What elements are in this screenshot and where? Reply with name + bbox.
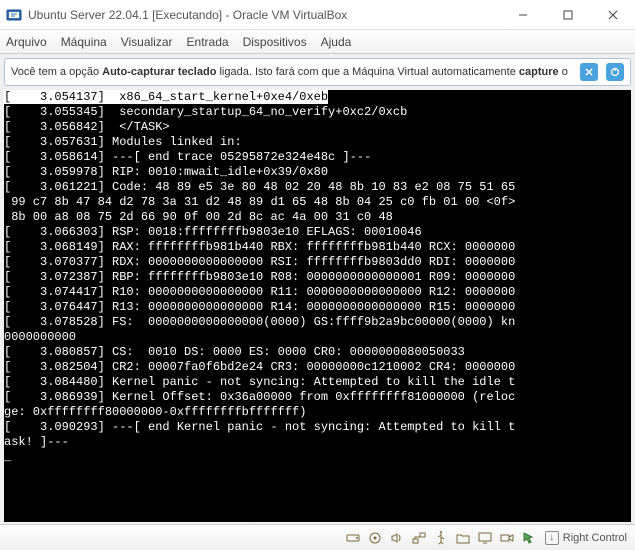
terminal-line: [ 3.070377] RDX: 0000000000000000 RSI: f… [4,255,631,270]
network-icon[interactable] [411,530,427,546]
hostkey-indicator[interactable]: ↓ Right Control [545,531,627,545]
status-icons [345,530,537,546]
terminal-line: [ 3.082504] CR2: 00007fa0f6bd2e24 CR3: 0… [4,360,631,375]
terminal-line: [ 3.084480] Kernel panic - not syncing: … [4,375,631,390]
menu-dispositivos[interactable]: Dispositivos [243,35,307,49]
terminal-line: _ [4,450,631,465]
terminal-line: [ 3.066303] RSP: 0018:ffffffffb9803e10 E… [4,225,631,240]
statusbar: ↓ Right Control [0,524,635,550]
close-button[interactable] [590,0,635,30]
terminal-line: [ 3.068149] RAX: ffffffffb981b440 RBX: f… [4,240,631,255]
terminal-line: [ 3.056842] </TASK> [4,120,631,135]
terminal-line: [ 3.080857] CS: 0010 DS: 0000 ES: 0000 C… [4,345,631,360]
menu-entrada[interactable]: Entrada [187,35,229,49]
notice-post: o [559,66,568,78]
shared-folders-icon[interactable] [455,530,471,546]
window-controls [500,0,635,30]
terminal-line: [ 3.057631] Modules linked in: [4,135,631,150]
hostkey-label: Right Control [563,532,627,544]
mouse-integration-icon[interactable] [521,530,537,546]
audio-icon[interactable] [389,530,405,546]
terminal-line: [ 3.055345] secondary_startup_64_no_veri… [4,105,631,120]
notice-bold1: Auto-capturar teclado [102,66,216,78]
window-titlebar: Ubuntu Server 22.04.1 [Executando] - Ora… [0,0,635,30]
notice-pre: Você tem a opção [11,66,102,78]
menu-ajuda[interactable]: Ajuda [321,35,352,49]
notice-text: Você tem a opção Auto-capturar teclado l… [11,65,572,79]
vm-console[interactable]: [ 3.054137] x86_64_start_kernel+0xe4/0xe… [4,90,631,522]
notice-mid: ligada. Isto fará com que a Máquina Virt… [216,66,518,78]
notice-dismiss-button[interactable] [580,63,598,81]
app-icon [6,7,22,23]
minimize-button[interactable] [500,0,545,30]
terminal-line: ask! ]--- [4,435,631,450]
terminal-line: [ 3.061221] Code: 48 89 e5 3e 80 48 02 2… [4,180,631,195]
terminal-line: ge: 0xffffffff80000000-0xffffffffbffffff… [4,405,631,420]
keyboard-capture-notice: Você tem a opção Auto-capturar teclado l… [4,58,631,86]
maximize-button[interactable] [545,0,590,30]
notice-toggle-button[interactable] [606,63,624,81]
menu-arquivo[interactable]: Arquivo [6,35,47,49]
terminal-line: [ 3.074417] R10: 0000000000000000 R11: 0… [4,285,631,300]
terminal-line: [ 3.058614] ---[ end trace 05295872e324e… [4,150,631,165]
terminal-line: 8b 00 a8 08 75 2d 66 90 0f 00 2d 8c ac 4… [4,210,631,225]
terminal-line: [ 3.086939] Kernel Offset: 0x36a00000 fr… [4,390,631,405]
menu-visualizar[interactable]: Visualizar [121,35,173,49]
menubar: Arquivo Máquina Visualizar Entrada Dispo… [0,30,635,54]
hard-disk-icon[interactable] [345,530,361,546]
terminal-line: [ 3.072387] RBP: ffffffffb9803e10 R08: 0… [4,270,631,285]
window-title: Ubuntu Server 22.04.1 [Executando] - Ora… [28,8,500,22]
notice-bold2: capture [519,66,559,78]
terminal-line: [ 3.090293] ---[ end Kernel panic - not … [4,420,631,435]
menu-maquina[interactable]: Máquina [61,35,107,49]
terminal-line: [ 3.076447] R13: 0000000000000000 R14: 0… [4,300,631,315]
optical-disk-icon[interactable] [367,530,383,546]
usb-icon[interactable] [433,530,449,546]
terminal-line: [ 3.054137] x86_64_start_kernel+0xe4/0xe… [4,90,631,105]
terminal-line: 0000000000 [4,330,631,345]
hostkey-arrow-icon: ↓ [545,531,559,545]
terminal-line: [ 3.078528] FS: 0000000000000000(0000) G… [4,315,631,330]
terminal-line: 99 c7 8b 47 84 d2 78 3a 31 d2 48 89 d1 6… [4,195,631,210]
display-icon[interactable] [477,530,493,546]
terminal-line: [ 3.059978] RIP: 0010:mwait_idle+0x39/0x… [4,165,631,180]
recording-icon[interactable] [499,530,515,546]
